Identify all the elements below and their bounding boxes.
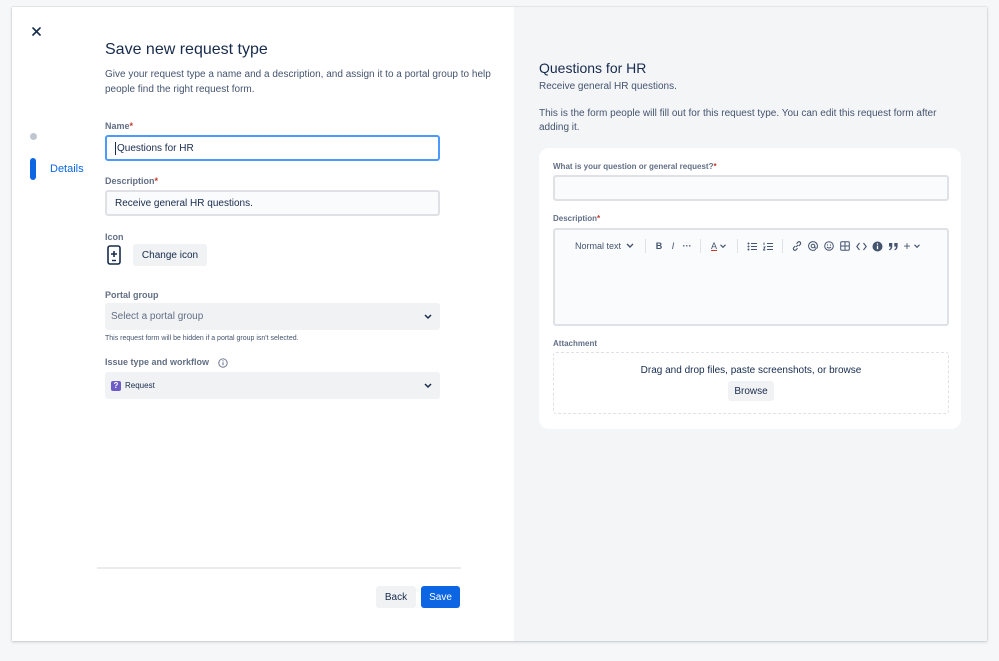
dropzone-text: Drag and drop files, paste screenshots, … xyxy=(640,365,862,376)
preview-subtitle: Receive general HR questions. xyxy=(539,81,677,92)
browse-button[interactable]: Browse xyxy=(728,381,774,401)
chevron-down-icon xyxy=(913,243,920,248)
bullet-list-button[interactable] xyxy=(744,242,760,251)
toolbar-separator xyxy=(782,239,784,253)
text-cursor xyxy=(115,141,116,155)
italic-button[interactable]: I xyxy=(666,241,680,251)
quote-icon xyxy=(888,242,898,250)
text-color-button[interactable]: A xyxy=(707,241,731,251)
portal-group-placeholder: Select a portal group xyxy=(111,311,204,322)
bullet-list-icon xyxy=(747,242,758,250)
name-field-value: Questions for HR xyxy=(117,142,194,154)
step-indicator-active xyxy=(30,158,36,180)
portal-group-select[interactable]: Select a portal group xyxy=(105,303,440,330)
code-button[interactable] xyxy=(853,242,869,251)
attachment-dropzone[interactable]: Drag and drop files, paste screenshots, … xyxy=(553,352,949,414)
step-details[interactable]: Details xyxy=(50,163,84,175)
footer-divider xyxy=(97,567,461,569)
chevron-down-icon xyxy=(424,382,432,388)
info-icon[interactable] xyxy=(217,357,228,368)
text-style-dropdown[interactable]: Normal text xyxy=(575,241,635,251)
question-field[interactable] xyxy=(553,175,949,201)
portal-group-label: Portal group xyxy=(105,290,159,300)
request-type-icon xyxy=(107,245,123,267)
mobile-device-icon xyxy=(107,245,121,265)
info-panel-icon xyxy=(872,241,883,251)
emoji-icon xyxy=(824,241,834,251)
icon-label: Icon xyxy=(105,232,124,242)
info-panel-button[interactable] xyxy=(869,241,885,252)
mention-icon xyxy=(808,241,818,251)
question-label: What is your question or general request… xyxy=(553,162,717,171)
description-field-value: Receive general HR questions. xyxy=(115,197,253,209)
insert-button[interactable]: + xyxy=(901,239,923,253)
attachment-label: Attachment xyxy=(553,339,598,348)
chevron-down-icon xyxy=(424,313,432,319)
description-label: Description* xyxy=(105,176,159,186)
save-button[interactable]: Save xyxy=(421,586,460,608)
preview-description-label: Description* xyxy=(553,214,601,223)
close-icon xyxy=(31,26,41,36)
table-button[interactable] xyxy=(837,241,853,251)
link-icon xyxy=(792,241,802,251)
numbered-list-icon xyxy=(763,242,774,250)
bold-button[interactable]: B xyxy=(652,241,666,251)
description-field[interactable]: Receive general HR questions. xyxy=(105,190,440,216)
preview-title: Questions for HR xyxy=(539,60,647,76)
issue-type-label: Issue type and workflow xyxy=(105,357,228,368)
preview-form-card: What is your question or general request… xyxy=(539,148,961,429)
numbered-list-button[interactable] xyxy=(760,242,776,251)
emoji-button[interactable] xyxy=(821,241,837,251)
toolbar-separator xyxy=(645,239,647,253)
close-button[interactable] xyxy=(28,23,44,39)
code-icon xyxy=(855,242,867,250)
issue-type-select[interactable]: ? Request xyxy=(105,372,440,399)
toolbar-separator xyxy=(700,239,702,253)
editor-toolbar: Normal text B I ··· A + xyxy=(555,230,947,262)
name-label: Name* xyxy=(105,121,134,131)
portal-group-helper: This request form will be hidden if a po… xyxy=(105,335,299,342)
more-formatting-button[interactable]: ··· xyxy=(680,241,694,251)
form-panel: Details Save new request type Give your … xyxy=(12,7,514,641)
description-editor[interactable]: Normal text B I ··· A + xyxy=(553,228,949,326)
page-title: Save new request type xyxy=(105,41,268,58)
step-indicator-dot xyxy=(30,133,37,140)
page-description: Give your request type a name and a desc… xyxy=(105,69,491,95)
preview-note: This is the form people will fill out fo… xyxy=(539,108,937,133)
change-icon-button[interactable]: Change icon xyxy=(133,244,207,266)
preview-panel: Questions for HR Receive general HR ques… xyxy=(514,7,987,641)
create-request-type-dialog: Details Save new request type Give your … xyxy=(12,7,987,641)
request-type-badge-icon: ? xyxy=(111,380,121,391)
issue-type-value: ? Request xyxy=(111,380,155,391)
link-button[interactable] xyxy=(789,241,805,251)
mention-button[interactable] xyxy=(805,241,821,251)
quote-button[interactable] xyxy=(885,242,901,251)
chevron-down-icon xyxy=(626,243,634,248)
back-button[interactable]: Back xyxy=(376,586,416,608)
name-field[interactable]: Questions for HR xyxy=(105,135,440,161)
table-icon xyxy=(840,241,850,251)
toolbar-separator xyxy=(737,239,739,253)
chevron-down-icon xyxy=(720,243,726,248)
